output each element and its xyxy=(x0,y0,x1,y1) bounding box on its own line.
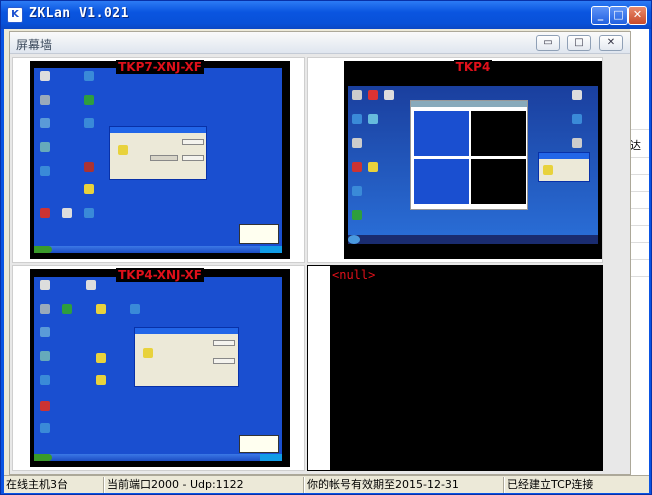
screen-cell-1[interactable]: TKP7-XNJ-XF xyxy=(12,57,305,263)
screen-thumbnail: TKP7-XNJ-XF xyxy=(30,60,290,259)
screen-wall-close-button[interactable]: ✕ xyxy=(599,35,623,51)
remote-dialog xyxy=(134,327,239,387)
screen-thumbnail-empty: <null> xyxy=(330,266,602,470)
remote-dialog xyxy=(538,152,590,182)
screen-wall-title: 屏幕墙 xyxy=(16,38,53,52)
screen-label: TKP4-XNJ-XF xyxy=(116,268,204,282)
screen-label: TKP7-XNJ-XF xyxy=(116,60,204,74)
remote-screen-wall xyxy=(410,100,528,210)
background-list: 达 xyxy=(630,29,649,475)
remote-desktop xyxy=(34,277,282,461)
window-title: ZKLan V1.021 xyxy=(29,6,129,21)
screen-wall-title-bar[interactable]: 屏幕墙 ▭ □ ✕ xyxy=(10,32,630,54)
app-window: K ZKLan V1.021 _ □ ✕ 达 屏幕墙 ▭ □ ✕ TKP7-XN… xyxy=(0,0,652,495)
screen-label: TKP4 xyxy=(453,60,493,74)
remote-dialog xyxy=(109,126,207,180)
screen-cell-3[interactable]: TKP4-XNJ-XF xyxy=(12,265,305,471)
remote-desktop xyxy=(34,68,282,253)
status-bar: 在线主机3台 当前端口2000 - Udp:1122 你的帐号有效期至2015-… xyxy=(4,475,649,493)
client-area: 达 屏幕墙 ▭ □ ✕ TKP7-XNJ-XF TKP4 TKP4-XNJ-XF… xyxy=(4,29,649,493)
remote-desktop xyxy=(348,86,598,244)
screen-wall-minimize-button[interactable]: ▭ xyxy=(536,35,560,51)
screen-cell-2[interactable]: TKP4 xyxy=(307,57,603,263)
screen-grid: TKP7-XNJ-XF TKP4 TKP4-XNJ-XF <null> xyxy=(10,54,630,474)
status-online-hosts: 在线主机3台 xyxy=(6,478,68,491)
screen-wall-window: 屏幕墙 ▭ □ ✕ TKP7-XNJ-XF TKP4 TKP4-XNJ-XF <… xyxy=(9,31,631,475)
background-list-text: 达 xyxy=(630,139,641,152)
remote-notification xyxy=(239,224,279,244)
close-button[interactable]: ✕ xyxy=(628,6,647,25)
maximize-button[interactable]: □ xyxy=(609,6,628,25)
status-expiry: 你的帐号有效期至2015-12-31 xyxy=(307,478,459,491)
screen-thumbnail: TKP4-XNJ-XF xyxy=(30,268,290,467)
status-connection: 已经建立TCP连接 xyxy=(507,478,594,491)
minimize-button[interactable]: _ xyxy=(591,6,610,25)
screen-label-null: <null> xyxy=(332,268,376,282)
remote-notification xyxy=(239,435,279,453)
app-icon: K xyxy=(7,7,23,23)
screen-wall-maximize-button[interactable]: □ xyxy=(567,35,591,51)
screen-cell-4[interactable]: <null> xyxy=(307,265,603,471)
title-bar[interactable]: K ZKLan V1.021 _ □ ✕ xyxy=(1,1,651,29)
screen-thumbnail: TKP4 xyxy=(344,60,602,259)
status-port: 当前端口2000 - Udp:1122 xyxy=(107,478,244,491)
